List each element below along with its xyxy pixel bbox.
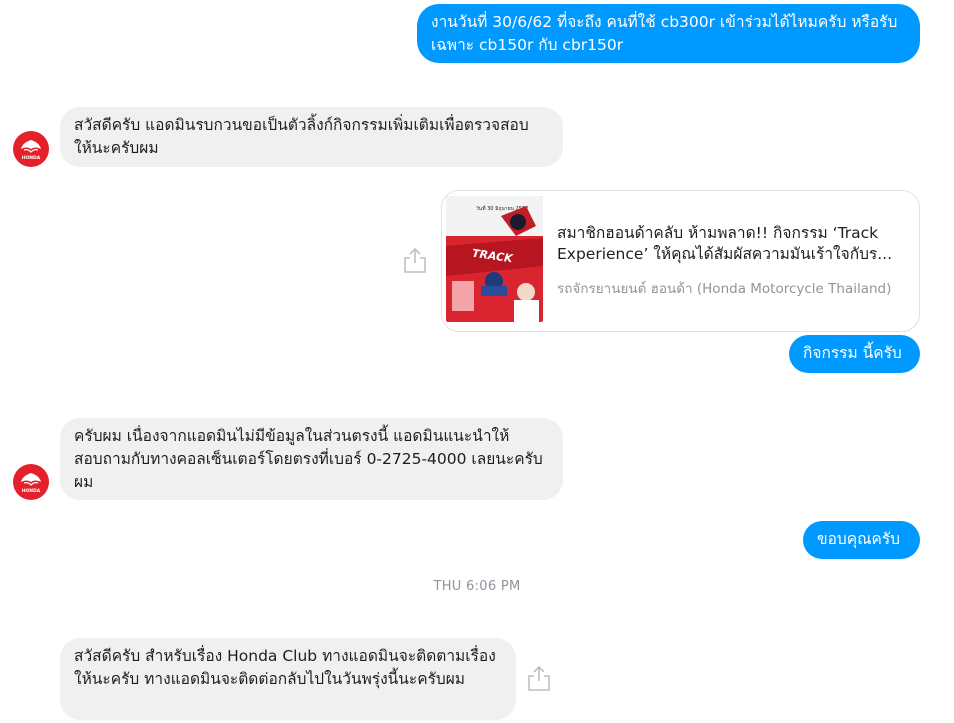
incoming-message[interactable]: สวัสดีครับ แอดมินรบกวนขอเป็นตัวลิ้งก์กิจ… <box>60 107 563 167</box>
avatar-label: HONDA <box>22 488 41 494</box>
avatar-label: HONDA <box>22 155 41 161</box>
honda-wing-logo-icon: HONDA <box>21 140 41 161</box>
page-avatar[interactable]: HONDA <box>13 131 49 167</box>
page-avatar[interactable]: HONDA <box>13 464 49 500</box>
link-source: รถจักรยานยนต์ ฮอนด้า (Honda Motorcycle T… <box>557 281 892 297</box>
share-icon[interactable] <box>526 664 552 692</box>
link-preview-card[interactable]: วันที่ 30 มิถุนายน 2562 TRACK สมาชิกฮอนด… <box>441 190 920 332</box>
outgoing-message[interactable]: งานวันที่ 30/6/62 ที่จะถึง คนที่ใช้ cb30… <box>417 4 920 63</box>
outgoing-message[interactable]: ขอบคุณครับ <box>803 521 920 559</box>
outgoing-message[interactable]: กิจกรรม นี้ครับ <box>789 335 920 373</box>
incoming-message[interactable]: ครับผม เนื่องจากแอดมินไม่มีข้อมูลในส่วนต… <box>60 418 563 500</box>
link-title: สมาชิกฮอนด้าคลับ ห้ามพลาด!! กิจกรรม ‘Tra… <box>557 224 893 263</box>
honda-wing-logo-icon: HONDA <box>21 473 41 494</box>
link-thumbnail: วันที่ 30 มิถุนายน 2562 TRACK <box>446 196 543 322</box>
message-timestamp: THU 6:06 PM <box>433 579 521 594</box>
incoming-message[interactable]: สวัสดีครับ สำหรับเรื่อง Honda Club ทางแอ… <box>60 638 516 720</box>
share-icon[interactable] <box>402 246 428 274</box>
